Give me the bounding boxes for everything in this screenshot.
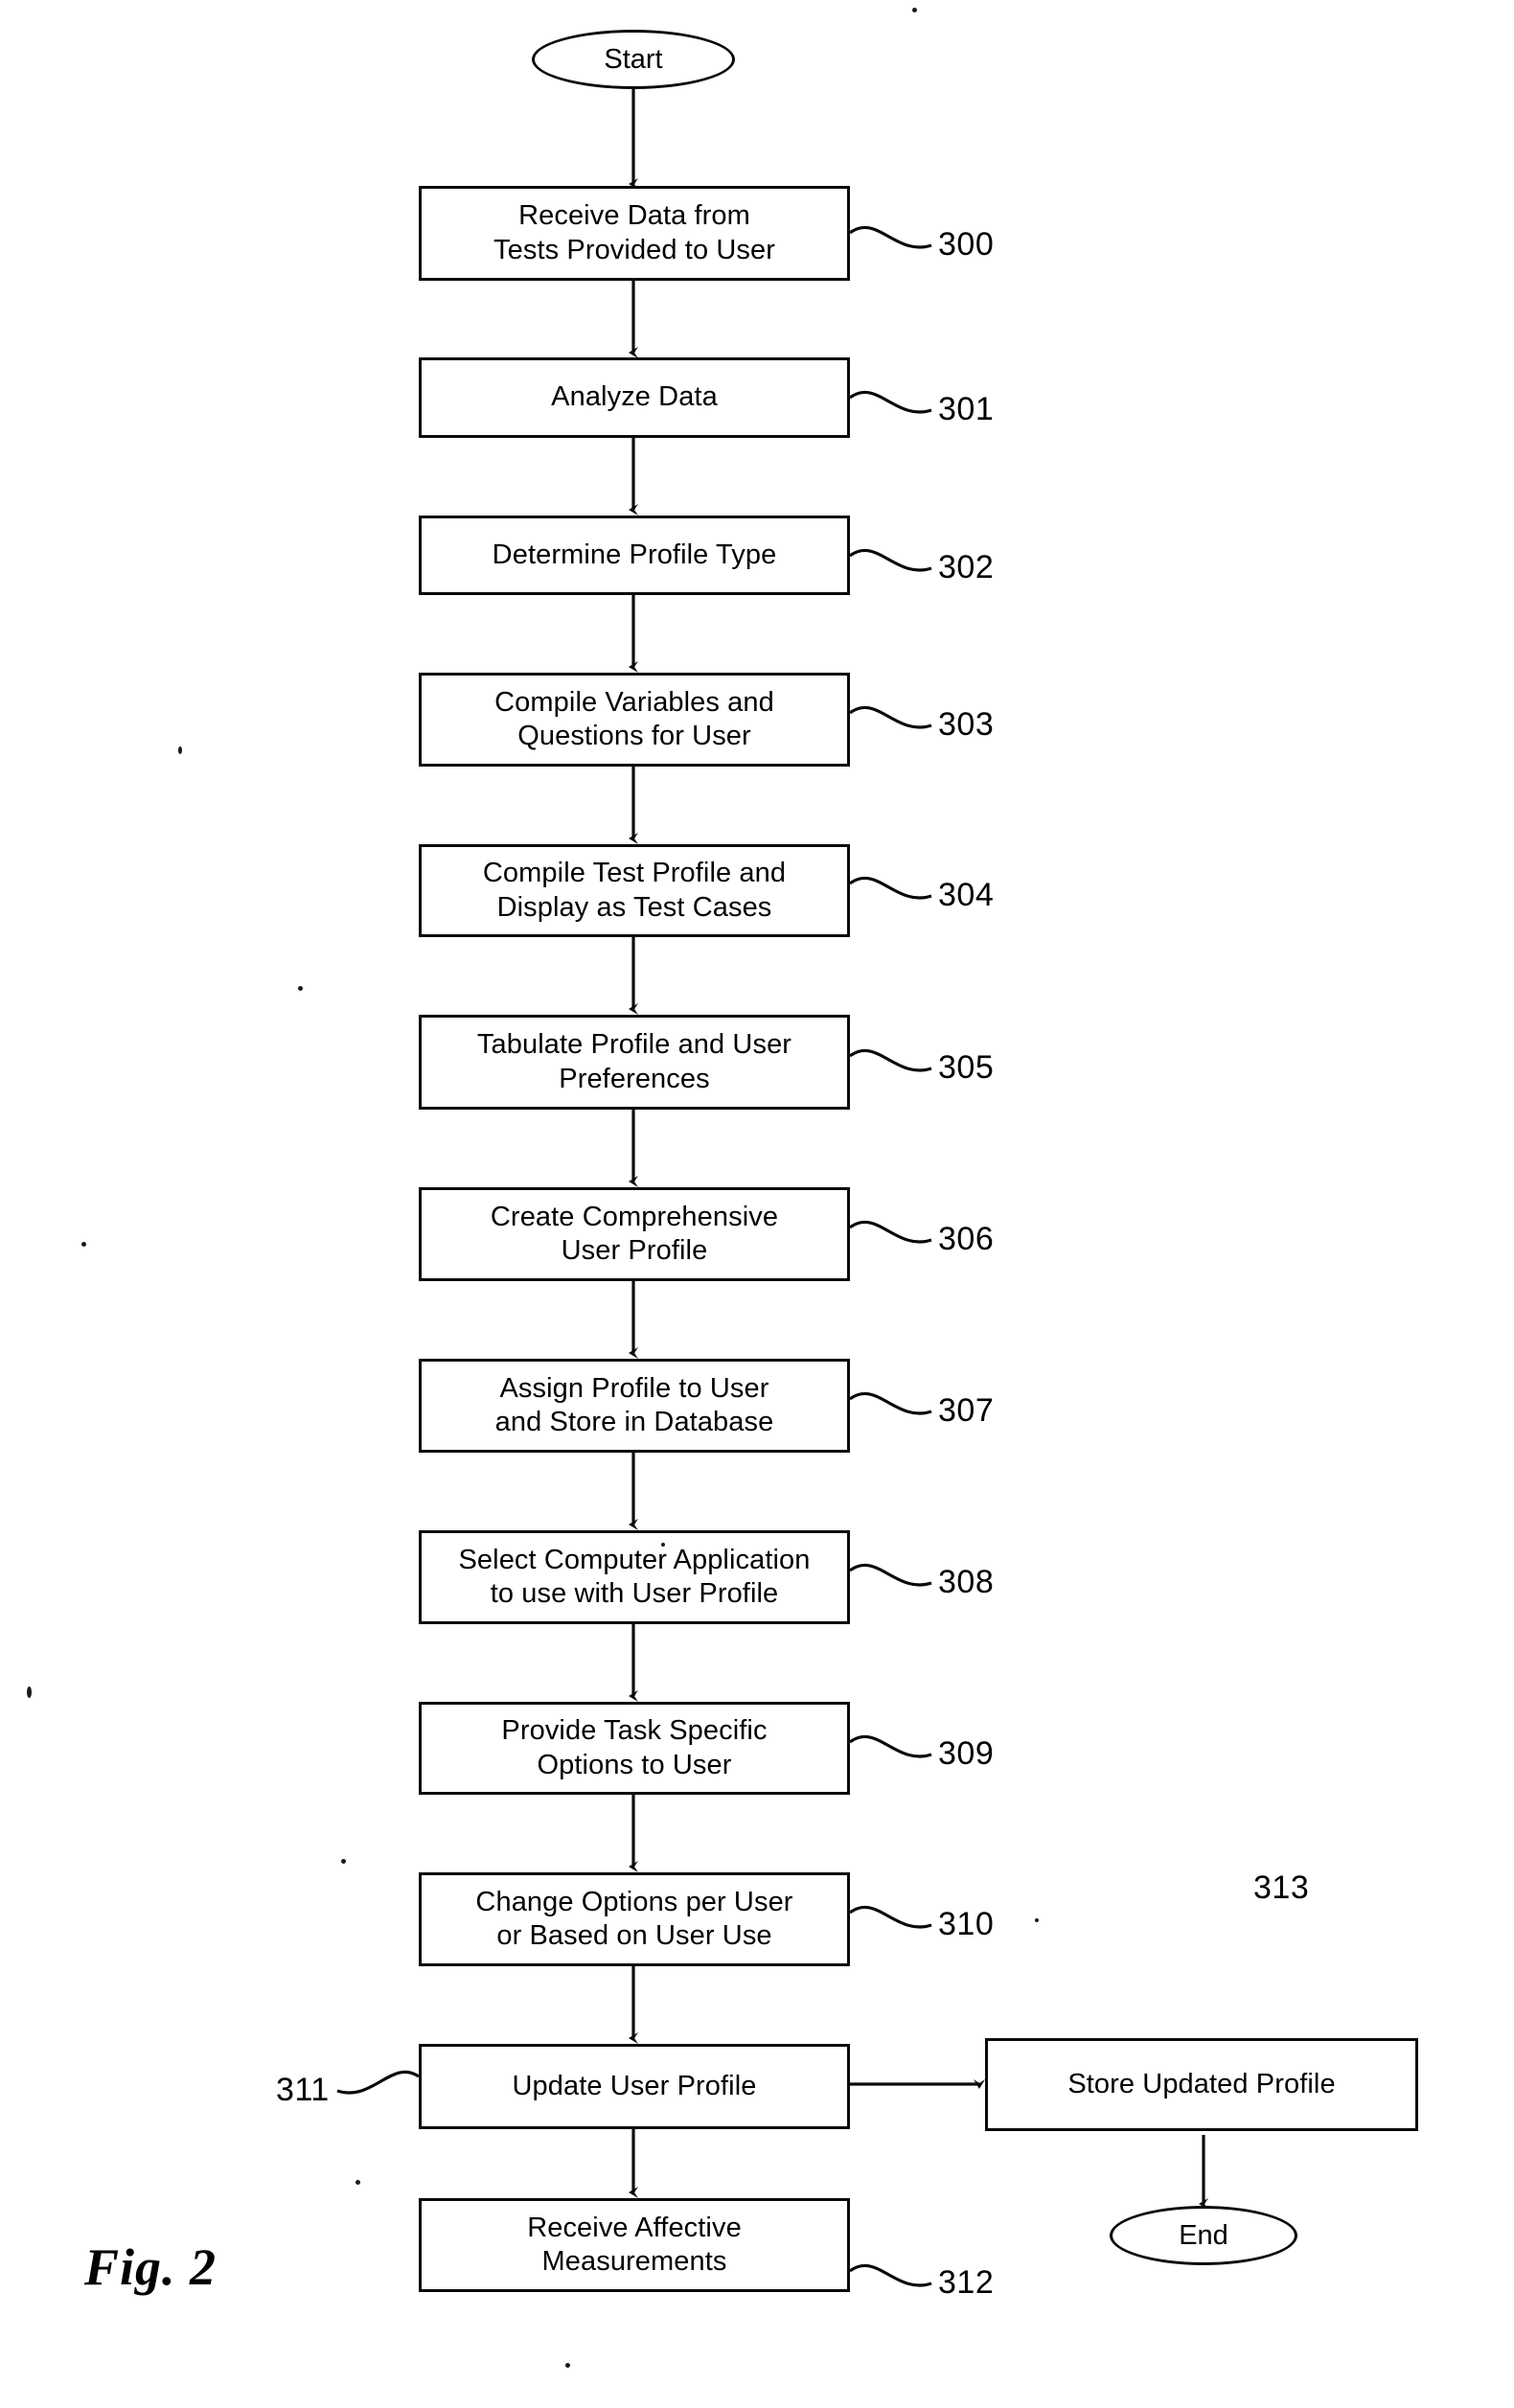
terminator-start: Start: [532, 30, 735, 89]
step-box-306-label: Create Comprehensive User Profile: [490, 1201, 779, 1266]
reference-numeral-304: 304: [938, 877, 995, 913]
reference-numeral-303: 303: [938, 706, 995, 743]
reference-numeral-305: 305: [938, 1049, 995, 1086]
step-box-302: Determine Profile Type: [419, 516, 850, 595]
reference-numeral-311: 311: [276, 2072, 330, 2108]
step-box-313-label: Store Updated Profile: [1067, 2068, 1336, 2099]
step-box-313: Store Updated Profile: [985, 2038, 1418, 2131]
step-box-308-label: Select Computer Application to use with …: [458, 1544, 811, 1609]
scan-speck: [565, 2363, 570, 2368]
reference-numeral-309: 309: [938, 1735, 995, 1772]
step-box-312-label: Receive Affective Measurements: [527, 2212, 742, 2277]
reference-numeral-306: 306: [938, 1221, 995, 1257]
step-box-301: Analyze Data: [419, 357, 850, 438]
reference-numeral-300: 300: [938, 226, 995, 263]
reference-numeral-308: 308: [938, 1564, 995, 1600]
step-box-310: Change Options per User or Based on User…: [419, 1872, 850, 1966]
scan-speck: [27, 1686, 32, 1698]
step-box-308: Select Computer Application to use with …: [419, 1530, 850, 1624]
step-box-307: Assign Profile to User and Store in Data…: [419, 1359, 850, 1453]
scan-speck: [356, 2180, 360, 2185]
scan-speck: [912, 8, 917, 12]
scan-speck: [1035, 1918, 1039, 1922]
scan-speck: [661, 1543, 665, 1547]
reference-numeral-310: 310: [938, 1906, 995, 1942]
reference-numeral-312: 312: [938, 2264, 995, 2301]
reference-numeral-307: 307: [938, 1392, 995, 1429]
figure-caption: Fig. 2: [84, 2238, 218, 2296]
scan-speck: [178, 746, 182, 754]
step-box-303-label: Compile Variables and Questions for User: [494, 686, 774, 751]
step-box-304: Compile Test Profile and Display as Test…: [419, 844, 850, 937]
step-box-311-label: Update User Profile: [512, 2070, 757, 2101]
step-box-303: Compile Variables and Questions for User: [419, 673, 850, 767]
reference-numeral-301: 301: [938, 391, 995, 427]
step-box-309-label: Provide Task Specific Options to User: [501, 1715, 768, 1780]
step-box-312: Receive Affective Measurements: [419, 2198, 850, 2292]
terminator-start-label: Start: [604, 43, 663, 75]
step-box-310-label: Change Options per User or Based on User…: [475, 1886, 793, 1951]
step-box-300-label: Receive Data from Tests Provided to User: [493, 200, 775, 265]
step-box-305-label: Tabulate Profile and User Preferences: [476, 1029, 792, 1094]
scan-speck: [81, 1242, 86, 1247]
step-box-306: Create Comprehensive User Profile: [419, 1187, 850, 1281]
step-box-307-label: Assign Profile to User and Store in Data…: [494, 1372, 774, 1437]
terminator-end-label: End: [1179, 2219, 1228, 2251]
terminator-end: End: [1110, 2206, 1297, 2265]
figure-sheet: Start End Receive Data from Tests Provid…: [0, 0, 1514, 2408]
step-box-301-label: Analyze Data: [551, 381, 718, 413]
scan-speck: [341, 1859, 346, 1864]
reference-numeral-302: 302: [938, 549, 995, 585]
scan-speck: [298, 986, 303, 991]
step-box-305: Tabulate Profile and User Preferences: [419, 1015, 850, 1110]
reference-numeral-313: 313: [1253, 1869, 1310, 1906]
step-box-304-label: Compile Test Profile and Display as Test…: [482, 858, 787, 923]
step-box-309: Provide Task Specific Options to User: [419, 1702, 850, 1795]
step-box-311: Update User Profile: [419, 2044, 850, 2129]
step-box-302-label: Determine Profile Type: [492, 539, 777, 570]
step-box-300: Receive Data from Tests Provided to User: [419, 186, 850, 281]
